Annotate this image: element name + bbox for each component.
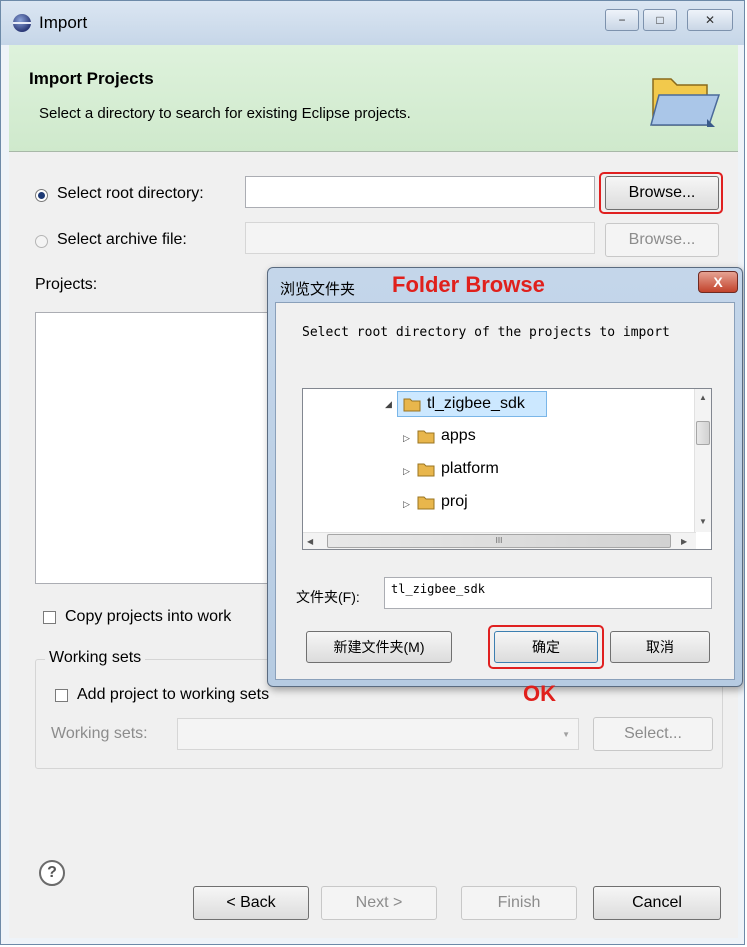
ok-highlight xyxy=(488,625,604,669)
close-icon[interactable]: X xyxy=(698,271,738,293)
expand-arrow-icon[interactable]: ◢ xyxy=(385,399,392,410)
root-directory-label: Select root directory: xyxy=(57,185,204,202)
tree-node-platform[interactable]: platform xyxy=(441,456,499,482)
window-title: Import xyxy=(39,13,88,32)
folder-icon xyxy=(417,430,435,444)
tree-node-apps[interactable]: apps xyxy=(441,423,476,449)
page-title: Import Projects xyxy=(29,69,154,88)
eclipse-icon xyxy=(13,14,31,32)
add-to-working-sets-label: Add project to working sets xyxy=(77,686,270,703)
finish-button[interactable]: Finish xyxy=(461,886,577,920)
expand-arrow-icon[interactable]: ▷ xyxy=(403,466,410,477)
copy-projects-label: Copy projects into work xyxy=(65,608,232,625)
dialog-cancel-button[interactable]: 取消 xyxy=(610,631,710,663)
tree-node-tl-zigbee-sdk[interactable]: tl_zigbee_sdk xyxy=(427,391,525,417)
page-description: Select a directory to search for existin… xyxy=(39,105,411,122)
working-sets-label: Working sets: xyxy=(51,725,148,742)
expand-arrow-icon[interactable]: ▷ xyxy=(403,433,410,444)
scroll-left-icon[interactable]: ◀ xyxy=(307,537,313,546)
add-to-working-sets-checkbox[interactable] xyxy=(55,689,68,702)
folder-browse-dialog: 浏览文件夹 Folder Browse X Select root direct… xyxy=(267,267,743,687)
folder-input[interactable]: tl_zigbee_sdk xyxy=(384,577,712,609)
dropdown-arrow-icon: ▼ xyxy=(562,730,570,739)
folder-dialog-title: 浏览文件夹 xyxy=(280,281,356,298)
folder-icon xyxy=(417,496,435,510)
new-folder-button[interactable]: 新建文件夹(M) xyxy=(306,631,452,663)
working-sets-group-label: Working sets xyxy=(45,649,146,667)
minimize-button[interactable]: − xyxy=(605,9,639,31)
folder-dialog-content: Select root directory of the projects to… xyxy=(275,302,735,680)
folder-label: 文件夹(F): xyxy=(296,589,360,605)
expand-arrow-icon[interactable]: ▷ xyxy=(403,499,410,510)
folder-icon xyxy=(650,78,721,127)
horizontal-scroll-thumb[interactable]: III xyxy=(327,534,671,548)
select-working-sets-button[interactable]: Select... xyxy=(593,717,713,751)
folder-dialog-prompt: Select root directory of the projects to… xyxy=(302,325,670,340)
ok-annotation: OK xyxy=(523,681,556,706)
back-button[interactable]: < Back xyxy=(193,886,309,920)
folder-browse-annotation: Folder Browse xyxy=(392,272,545,297)
title-bar: Import − □ ✕ xyxy=(1,1,744,45)
copy-projects-checkbox[interactable] xyxy=(43,611,56,624)
cancel-button[interactable]: Cancel xyxy=(593,886,721,920)
browse-archive-button[interactable]: Browse... xyxy=(605,223,719,257)
browse-highlight xyxy=(599,172,723,214)
import-window: Import − □ ✕ Import Projects Select a di… xyxy=(0,0,745,945)
projects-list[interactable] xyxy=(35,312,305,584)
folder-tree[interactable]: ◢ tl_zigbee_sdk ▷ apps ▷ platform ▷ proj… xyxy=(302,388,712,550)
next-button[interactable]: Next > xyxy=(321,886,437,920)
archive-file-radio[interactable] xyxy=(35,235,48,248)
tree-node-proj[interactable]: proj xyxy=(441,489,468,515)
tree-horizontal-scrollbar[interactable]: ◀ III ▶ xyxy=(303,532,696,549)
tree-vertical-scrollbar[interactable]: ▲ ▼ xyxy=(694,389,711,532)
archive-file-input[interactable] xyxy=(245,222,595,254)
scroll-down-icon[interactable]: ▼ xyxy=(699,517,707,526)
vertical-scroll-thumb[interactable] xyxy=(696,421,710,445)
archive-file-label: Select archive file: xyxy=(57,231,187,248)
root-directory-radio[interactable] xyxy=(35,189,48,202)
help-icon[interactable]: ? xyxy=(39,860,65,886)
folder-icon xyxy=(417,463,435,477)
root-directory-input[interactable] xyxy=(245,176,595,208)
projects-label: Projects: xyxy=(35,276,98,293)
scroll-up-icon[interactable]: ▲ xyxy=(699,393,707,402)
close-button[interactable]: ✕ xyxy=(687,9,733,31)
maximize-button[interactable]: □ xyxy=(643,9,677,31)
folder-icon xyxy=(403,398,421,412)
working-sets-combo[interactable]: ▼ xyxy=(177,718,579,750)
wizard-header: Import Projects Select a directory to se… xyxy=(9,45,738,152)
scroll-right-icon[interactable]: ▶ xyxy=(681,537,687,546)
